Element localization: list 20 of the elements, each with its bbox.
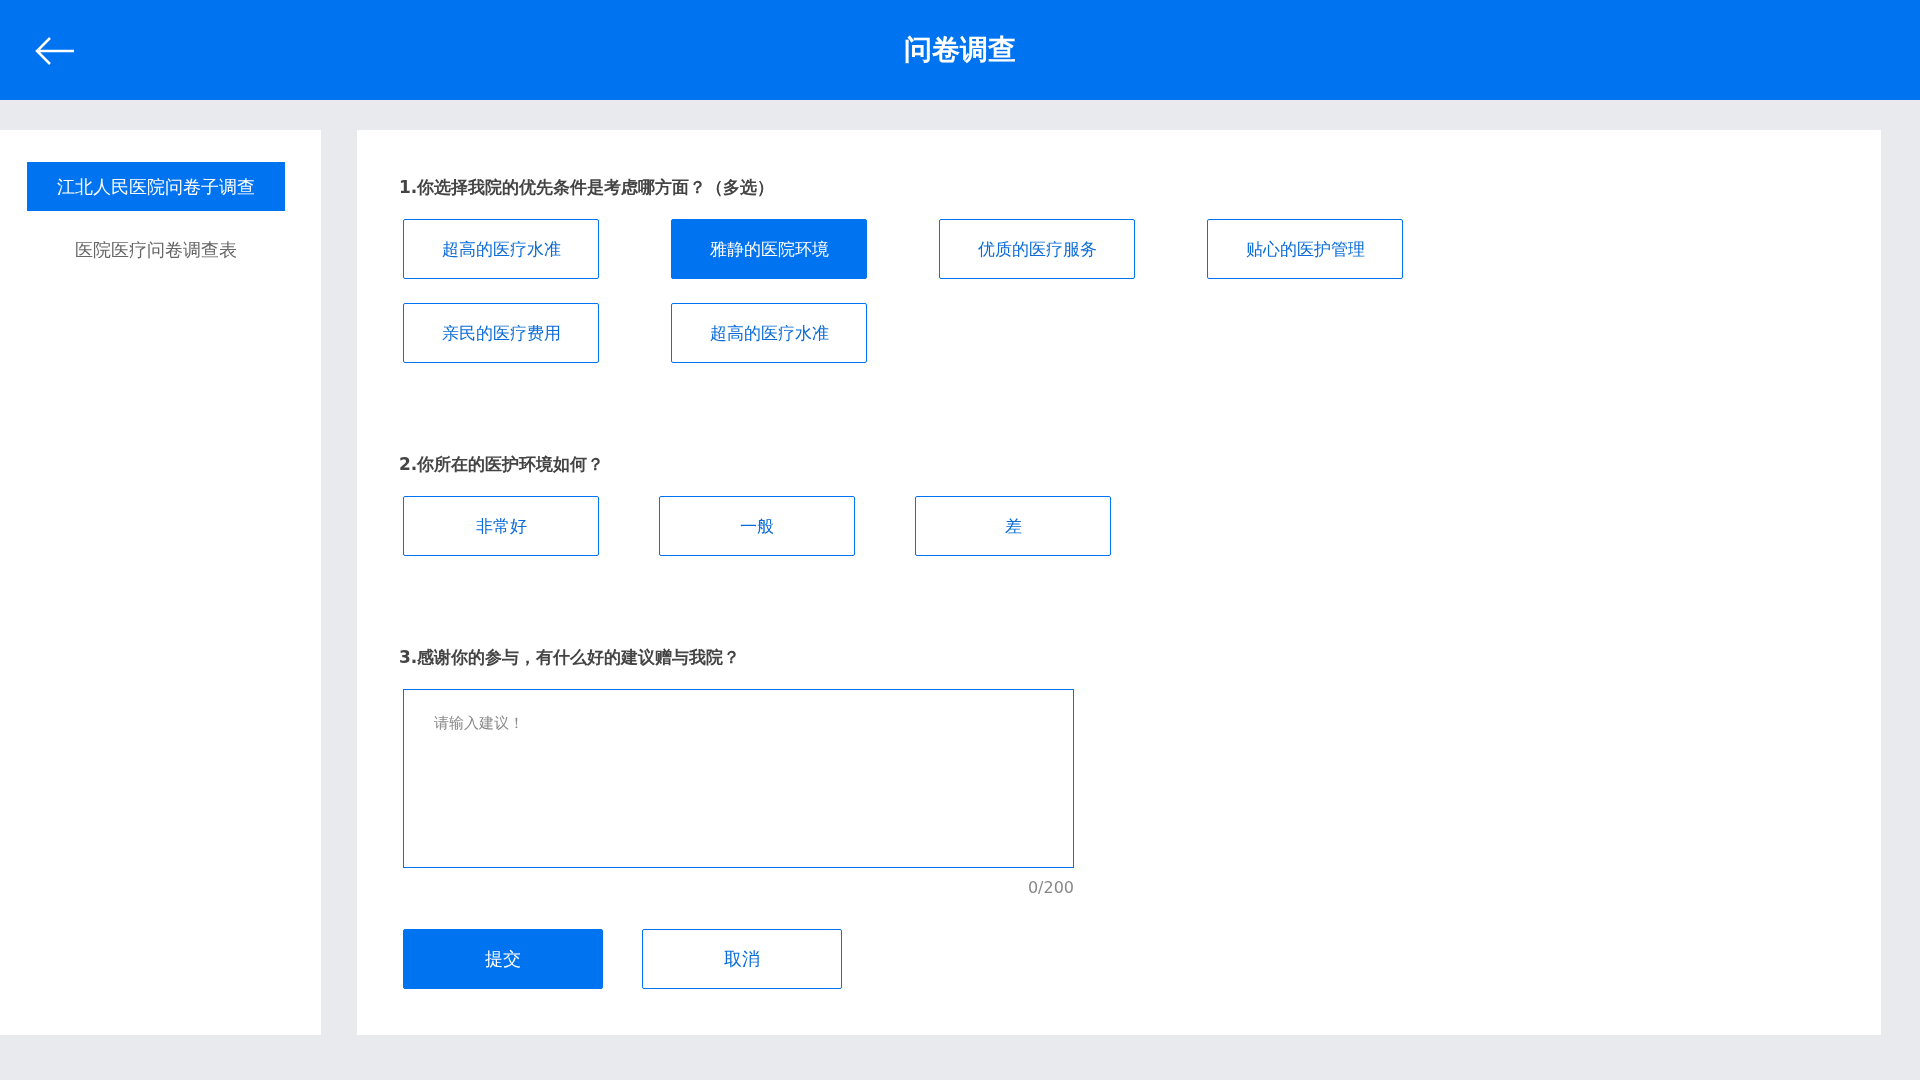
- option-button[interactable]: 雅静的医院环境: [671, 219, 867, 279]
- cancel-button[interactable]: 取消: [642, 929, 842, 989]
- back-arrow-icon[interactable]: [34, 36, 76, 66]
- option-button[interactable]: 超高的医疗水准: [671, 303, 867, 363]
- question-title: 1.你选择我院的优先条件是考虑哪方面？（多选）: [399, 176, 776, 199]
- question-title: 2.你所在的医护环境如何？: [399, 453, 606, 476]
- page-title: 问卷调查: [904, 32, 1016, 68]
- sidebar-item[interactable]: 江北人民医院问卷子调查: [27, 162, 285, 211]
- character-counter: 0/200: [1027, 878, 1074, 897]
- suggestion-field[interactable]: 请输入建议！: [403, 689, 1074, 868]
- option-button[interactable]: 优质的医疗服务: [939, 219, 1135, 279]
- option-button[interactable]: 超高的医疗水准: [403, 219, 599, 279]
- option-button[interactable]: 贴心的医护管理: [1207, 219, 1403, 279]
- option-button[interactable]: 一般: [659, 496, 855, 556]
- sidebar-item[interactable]: 医院医疗问卷调查表: [27, 225, 285, 274]
- option-button[interactable]: 亲民的医疗费用: [403, 303, 599, 363]
- option-button[interactable]: 非常好: [403, 496, 599, 556]
- question-title: 3.感谢你的参与，有什么好的建议赠与我院？: [399, 646, 742, 669]
- submit-button[interactable]: 提交: [403, 929, 603, 989]
- option-button[interactable]: 差: [915, 496, 1111, 556]
